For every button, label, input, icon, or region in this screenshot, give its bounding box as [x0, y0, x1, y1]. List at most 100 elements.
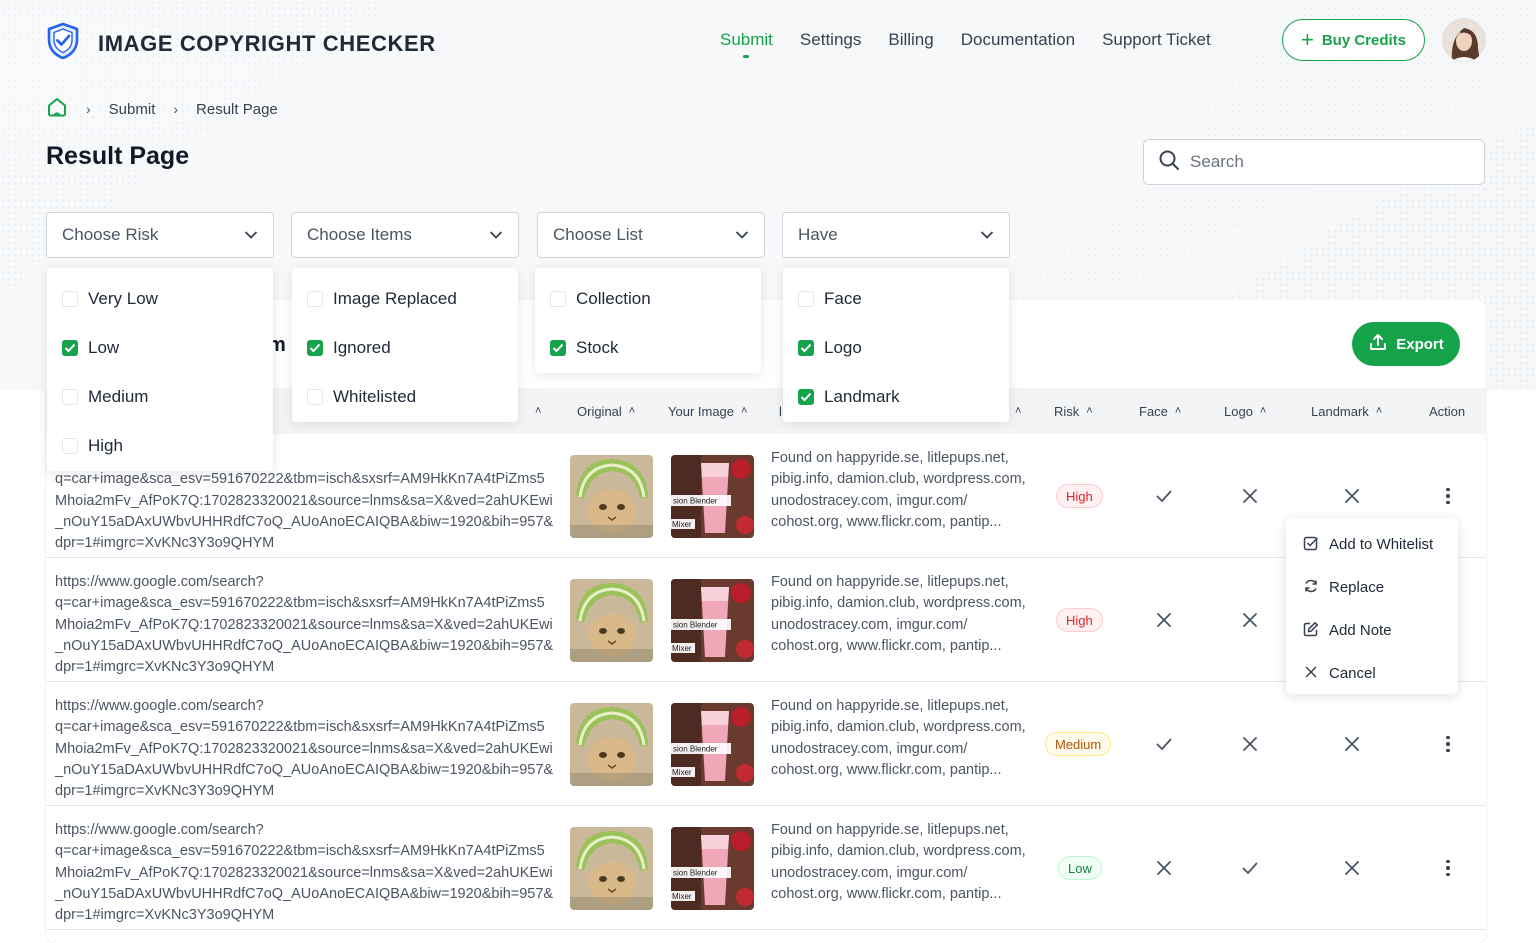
nav-submit[interactable]: Submit [720, 30, 773, 50]
more-vertical-icon[interactable] [1438, 732, 1458, 756]
search-input[interactable] [1190, 152, 1470, 172]
found-sites: Found on happyride.se, litlepups.net, pi… [771, 450, 1026, 530]
home-icon[interactable] [46, 96, 68, 122]
original-image[interactable] [570, 579, 653, 662]
landmark-cross-icon [1340, 732, 1364, 756]
have-option-face[interactable]: Face [783, 274, 1009, 323]
original-image[interactable] [570, 703, 653, 786]
risk-option-high[interactable]: High [47, 421, 273, 470]
checkbox[interactable] [798, 290, 814, 307]
risk-option-low[interactable]: Low [47, 323, 273, 372]
have-option-logo[interactable]: Logo [783, 323, 1009, 372]
column-risk[interactable]: Risk ˄ [1054, 388, 1093, 434]
list-option-collection[interactable]: Collection [535, 274, 761, 323]
nav-billing[interactable]: Billing [888, 30, 933, 50]
checkbox-edit-icon [1303, 535, 1329, 555]
app-title: IMAGE COPYRIGHT CHECKER [98, 30, 436, 56]
have-option-landmark[interactable]: Landmark [783, 372, 1009, 421]
column-logo[interactable]: Logo ˄ [1224, 388, 1266, 434]
checkbox[interactable] [62, 437, 78, 454]
list-filter-select[interactable]: Choose List [537, 212, 765, 258]
checkbox-checked[interactable] [550, 339, 566, 356]
app-logo[interactable]: IMAGE COPYRIGHT CHECKER [46, 22, 436, 65]
face-cross-icon [1152, 608, 1176, 632]
your-image[interactable]: sion Blender Mixer [671, 703, 754, 786]
nav-support-ticket[interactable]: Support Ticket [1102, 30, 1211, 50]
sort-caret-icon[interactable]: ˄ [528, 388, 541, 434]
checkbox-checked[interactable] [62, 339, 78, 356]
sort-caret-icon: ˄ [628, 405, 636, 417]
checkbox-checked[interactable] [798, 339, 814, 356]
have-filter-dropdown: Face Logo Landmark [783, 268, 1009, 422]
logo-check-icon [1238, 856, 1262, 880]
checkbox-checked[interactable] [307, 339, 323, 356]
your-image[interactable]: sion Blender Mixer [671, 827, 754, 910]
checkbox[interactable] [550, 290, 566, 307]
checkbox-checked[interactable] [798, 388, 814, 405]
upload-icon [1368, 332, 1396, 356]
search-box[interactable] [1143, 139, 1485, 185]
your-image[interactable]: sion Blender Mixer [671, 579, 754, 662]
sort-caret-icon[interactable]: ˄ [1008, 388, 1021, 434]
items-filter-select[interactable]: Choose Items [291, 212, 519, 258]
items-filter-dropdown: Image Replaced Ignored Whitelisted [292, 268, 518, 422]
menu-add-note[interactable]: Add Note [1286, 609, 1458, 652]
nav-documentation[interactable]: Documentation [961, 30, 1075, 50]
more-vertical-icon[interactable] [1438, 856, 1458, 880]
row-action-menu: Add to Whitelist Replace Add Note Cancel [1286, 518, 1458, 694]
checkbox[interactable] [62, 290, 78, 307]
found-sites: Found on happyride.se, litlepups.net, pi… [771, 574, 1026, 654]
have-filter-select[interactable]: Have [782, 212, 1010, 258]
column-face[interactable]: Face ˄ [1139, 388, 1181, 434]
original-image[interactable] [570, 455, 653, 538]
column-original[interactable]: Original ˄ [577, 388, 635, 434]
refresh-icon [1303, 578, 1329, 598]
items-option-ignored[interactable]: Ignored [292, 323, 518, 372]
items-filter-label: Choose Items [307, 225, 412, 244]
menu-add-to-whitelist[interactable]: Add to Whitelist [1286, 523, 1458, 566]
menu-cancel[interactable]: Cancel [1286, 652, 1458, 695]
chevron-right-icon: › [86, 101, 91, 117]
risk-filter-select[interactable]: Choose Risk [46, 212, 274, 258]
source-url[interactable]: https://www.google.com/search? q=car+imag… [55, 572, 555, 678]
items-option-whitelisted[interactable]: Whitelisted [292, 372, 518, 421]
risk-option-medium[interactable]: Medium [47, 372, 273, 421]
main-nav: Submit Settings Billing Documentation Su… [720, 30, 1238, 50]
source-url[interactable]: https://www.google.com/search? q=car+imag… [55, 696, 555, 802]
column-your-image[interactable]: Your Image ˄ [668, 388, 747, 434]
your-image[interactable]: sion Blender Mixer [671, 455, 754, 538]
source-url[interactable]: https://www.google.com/search? q=car+imag… [55, 820, 555, 926]
sort-caret-icon: ˄ [741, 405, 748, 417]
page-title: Result Page [46, 142, 190, 170]
items-option-image-replaced[interactable]: Image Replaced [292, 274, 518, 323]
original-image[interactable] [570, 827, 653, 910]
avatar[interactable] [1442, 18, 1486, 62]
list-filter-label: Choose List [553, 225, 643, 244]
table-row: https://www.google.com/search? q=car+imag… [46, 558, 1486, 682]
risk-filter-label: Choose Risk [62, 225, 159, 244]
export-button[interactable]: Export [1352, 322, 1460, 366]
checkbox[interactable] [307, 388, 323, 405]
more-vertical-icon[interactable] [1438, 484, 1458, 508]
buy-credits-label: Buy Credits [1321, 31, 1407, 49]
menu-replace[interactable]: Replace [1286, 566, 1458, 609]
chevron-down-icon [489, 225, 503, 245]
found-sites: Found on happyride.se, litlepups.net, pi… [771, 698, 1026, 778]
breadcrumb-submit[interactable]: Submit [109, 101, 156, 118]
list-option-stock[interactable]: Stock [535, 323, 761, 372]
chevron-down-icon [980, 225, 994, 245]
column-found[interactable]: l [779, 388, 782, 434]
list-filter-dropdown: Collection Stock [535, 268, 761, 373]
breadcrumb-result-page: Result Page [196, 100, 278, 118]
checkbox[interactable] [62, 388, 78, 405]
risk-option-very-low[interactable]: Very Low [47, 274, 273, 323]
chevron-right-icon: › [173, 101, 179, 117]
checkbox[interactable] [307, 290, 323, 307]
svg-text:sion Blender: sion Blender [673, 497, 718, 506]
risk-badge: Medium [1045, 732, 1112, 756]
buy-credits-button[interactable]: + Buy Credits [1282, 19, 1425, 61]
nav-settings[interactable]: Settings [800, 30, 861, 50]
search-icon [1158, 149, 1180, 176]
column-landmark[interactable]: Landmark ˄ [1311, 388, 1382, 434]
breadcrumb: › Submit › Result Page [46, 96, 278, 122]
